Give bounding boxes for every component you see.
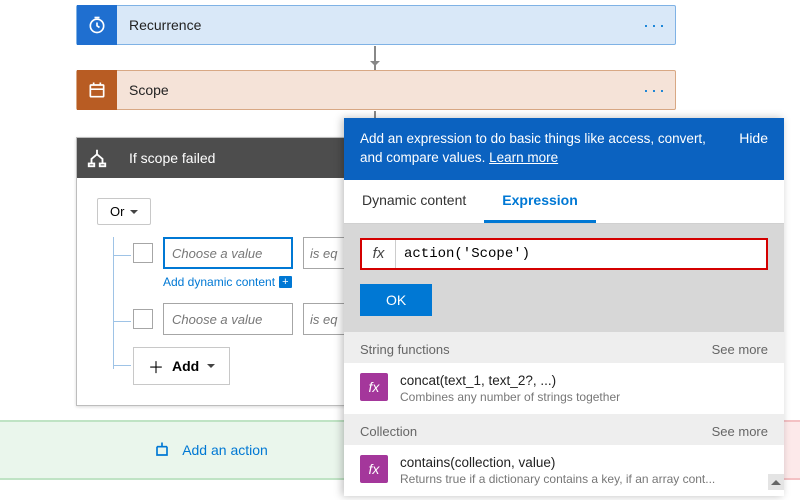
scope-title: Scope <box>117 82 635 98</box>
plus-icon: + <box>279 276 291 288</box>
function-icon: fx <box>360 373 388 401</box>
function-name: concat(text_1, text_2?, ...) <box>400 373 620 388</box>
section-title: Collection <box>360 424 417 439</box>
ok-button[interactable]: OK <box>360 284 432 316</box>
add-action-icon <box>152 440 172 460</box>
scope-card[interactable]: Scope ··· <box>76 70 676 110</box>
tab-expression[interactable]: Expression <box>484 180 595 223</box>
expression-input-row: fx <box>360 238 768 270</box>
expression-tabs: Dynamic content Expression <box>344 180 784 224</box>
add-condition-label: Add <box>172 358 199 374</box>
hide-button[interactable]: Hide <box>739 130 768 146</box>
chevron-up-icon <box>771 475 781 485</box>
function-item[interactable]: fx contains(collection, value) Returns t… <box>344 445 784 496</box>
value-input[interactable] <box>163 237 293 269</box>
scope-more-button[interactable]: ··· <box>635 80 675 101</box>
clock-icon <box>77 5 117 45</box>
connector-arrow <box>374 46 376 70</box>
expression-panel-header: Add an expression to do basic things lik… <box>344 118 784 180</box>
add-action-label: Add an action <box>182 442 268 458</box>
add-condition-button[interactable]: ＋ Add <box>133 347 230 385</box>
condition-icon <box>77 138 117 178</box>
plus-icon: ＋ <box>148 354 164 378</box>
section-title: String functions <box>360 342 450 357</box>
function-item[interactable]: fx concat(text_1, text_2?, ...) Combines… <box>344 363 784 414</box>
chevron-down-icon <box>130 210 138 218</box>
tab-dynamic-content[interactable]: Dynamic content <box>344 180 484 223</box>
chevron-down-icon <box>207 364 215 372</box>
expression-panel: Add an expression to do basic things lik… <box>344 118 784 496</box>
value-input[interactable] <box>163 303 293 335</box>
expression-input[interactable] <box>396 240 766 268</box>
fx-icon: fx <box>362 240 396 268</box>
logic-operator-label: Or <box>110 204 124 219</box>
function-name: contains(collection, value) <box>400 455 715 470</box>
recurrence-more-button[interactable]: ··· <box>635 15 675 36</box>
function-desc: Returns true if a dictionary contains a … <box>400 472 715 486</box>
scope-icon <box>77 70 117 110</box>
add-dynamic-content-link[interactable]: Add dynamic content + <box>163 275 292 289</box>
function-icon: fx <box>360 455 388 483</box>
row-checkbox[interactable] <box>133 309 153 329</box>
function-section-header: Collection See more <box>344 414 784 445</box>
function-desc: Combines any number of strings together <box>400 390 620 404</box>
recurrence-card[interactable]: Recurrence ··· <box>76 5 676 45</box>
function-section-header: String functions See more <box>344 332 784 363</box>
learn-more-link[interactable]: Learn more <box>489 150 558 165</box>
logic-operator-selector[interactable]: Or <box>97 198 151 225</box>
add-dynamic-content-label: Add dynamic content <box>163 275 275 289</box>
row-checkbox[interactable] <box>133 243 153 263</box>
see-more-link[interactable]: See more <box>712 424 768 439</box>
expression-help-text: Add an expression to do basic things lik… <box>360 130 727 168</box>
see-more-link[interactable]: See more <box>712 342 768 357</box>
recurrence-title: Recurrence <box>117 17 635 33</box>
scrollbar-up-button[interactable] <box>768 474 784 490</box>
